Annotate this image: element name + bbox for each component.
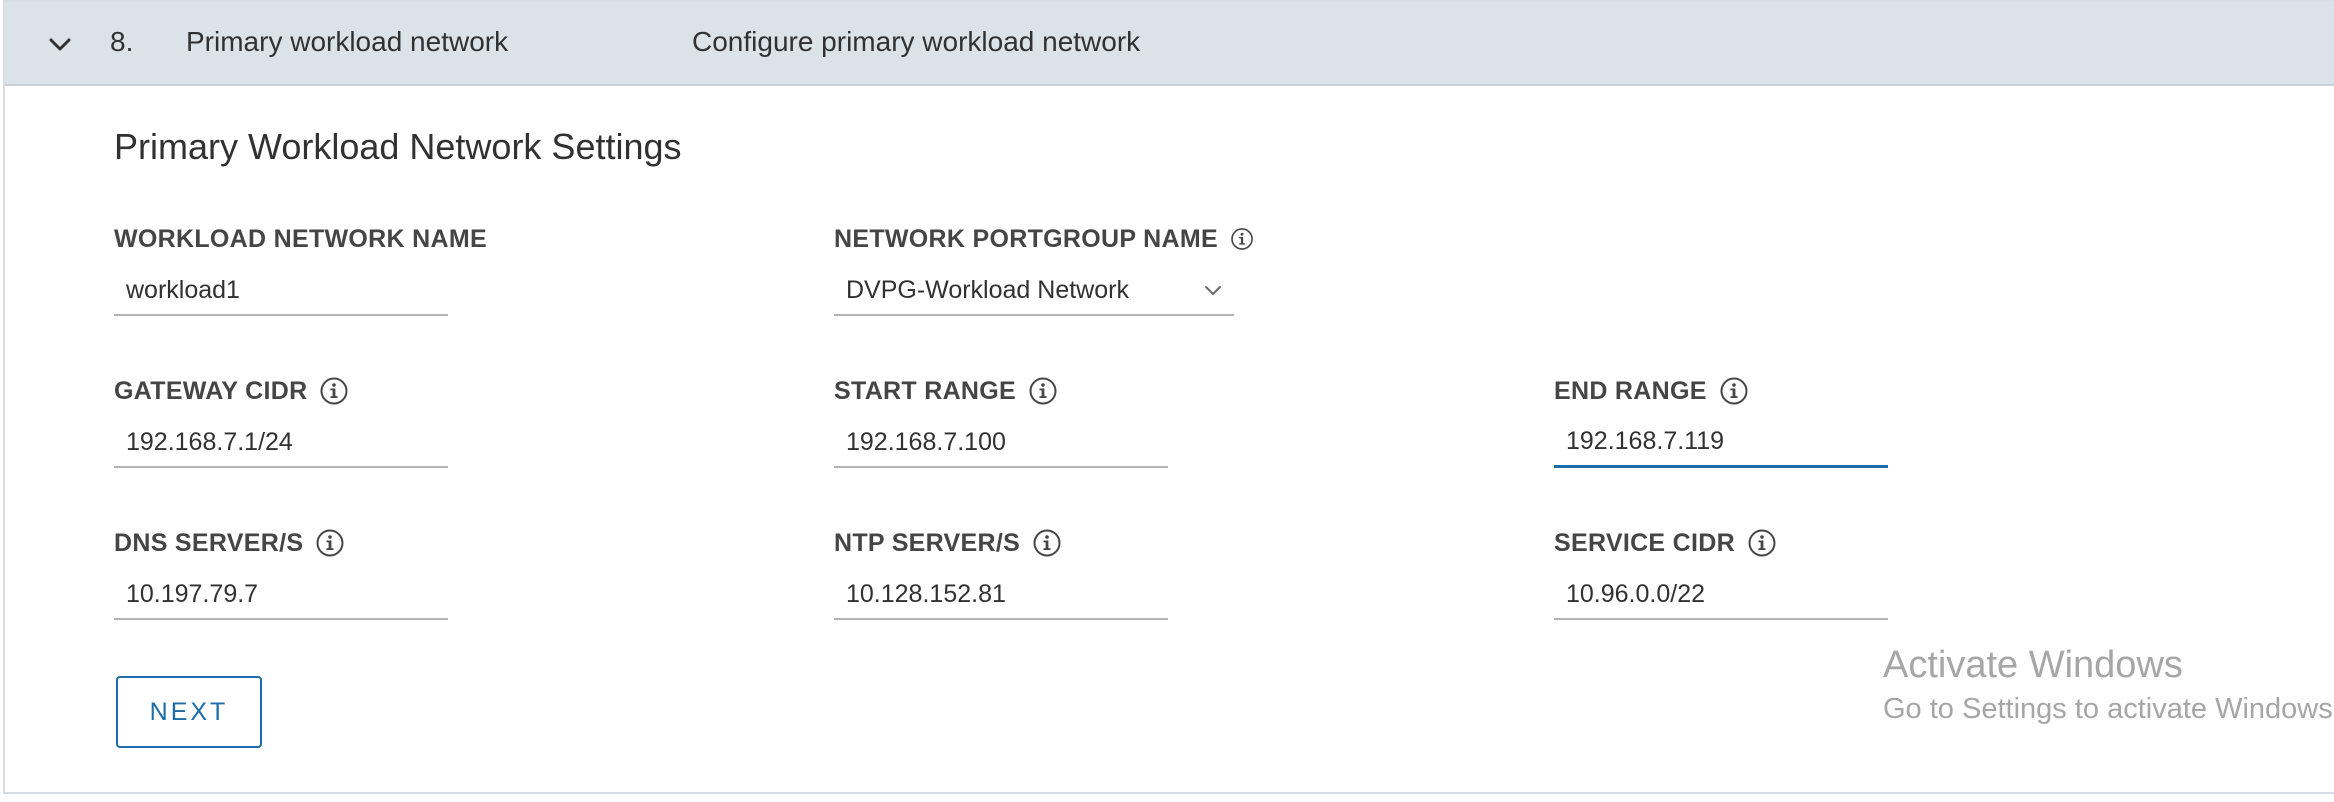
activate-windows-watermark: Activate Windows Go to Settings to activ…: [1883, 642, 2334, 730]
network-portgroup-selected-value: DVPG-Workload Network: [846, 276, 1129, 304]
info-icon[interactable]: [1719, 376, 1749, 406]
start-range-field: START RANGE: [834, 376, 1174, 468]
workload-network-name-label: WORKLOAD NETWORK NAME: [114, 224, 487, 253]
watermark-title: Activate Windows: [1883, 644, 2183, 686]
chevron-down-icon: [1205, 286, 1221, 295]
end-range-field: END RANGE: [1554, 376, 1894, 468]
info-icon[interactable]: [315, 528, 345, 558]
network-portgroup-name-label: NETWORK PORTGROUP NAME: [834, 224, 1218, 253]
ntp-servers-input[interactable]: [834, 576, 1168, 620]
gateway-cidr-label: GATEWAY CIDR: [114, 376, 308, 405]
step-header[interactable]: 8. Primary workload network Configure pr…: [5, 2, 2334, 86]
service-cidr-label: SERVICE CIDR: [1554, 528, 1735, 557]
workload-network-name-input[interactable]: [114, 272, 448, 316]
wizard-step-panel: 8. Primary workload network Configure pr…: [3, 0, 2334, 794]
info-icon[interactable]: [1028, 376, 1058, 406]
service-cidr-field: SERVICE CIDR: [1554, 528, 1894, 620]
ntp-servers-label: NTP SERVER/S: [834, 528, 1021, 557]
gateway-cidr-input[interactable]: [114, 424, 448, 468]
dns-servers-field: DNS SERVER/S: [114, 528, 454, 620]
info-icon[interactable]: [1032, 528, 1062, 558]
service-cidr-input[interactable]: [1554, 576, 1888, 620]
info-icon[interactable]: [1230, 224, 1254, 254]
network-portgroup-select[interactable]: DVPG-Workload Network: [834, 272, 1234, 316]
step-title: Primary workload network: [186, 26, 509, 57]
dns-servers-input[interactable]: [114, 576, 448, 620]
start-range-input[interactable]: [834, 424, 1168, 468]
section-title: Primary Workload Network Settings: [114, 126, 682, 167]
info-icon[interactable]: [319, 376, 349, 406]
network-portgroup-name-field: NETWORK PORTGROUP NAME DVPG-Workload Net…: [834, 224, 1254, 316]
end-range-input[interactable]: [1554, 424, 1888, 468]
dns-servers-label: DNS SERVER/S: [114, 528, 304, 557]
workload-network-name-field: WORKLOAD NETWORK NAME: [114, 224, 487, 316]
start-range-label: START RANGE: [834, 376, 1016, 405]
watermark-subtitle: Go to Settings to activate Windows.: [1883, 693, 2334, 725]
end-range-label: END RANGE: [1554, 376, 1707, 405]
next-button[interactable]: NEXT: [116, 676, 262, 748]
chevron-down-icon[interactable]: [47, 32, 73, 58]
info-icon[interactable]: [1747, 528, 1777, 558]
step-description: Configure primary workload network: [692, 26, 1141, 57]
ntp-servers-field: NTP SERVER/S: [834, 528, 1174, 620]
step-number: 8.: [110, 26, 134, 57]
gateway-cidr-field: GATEWAY CIDR: [114, 376, 454, 468]
